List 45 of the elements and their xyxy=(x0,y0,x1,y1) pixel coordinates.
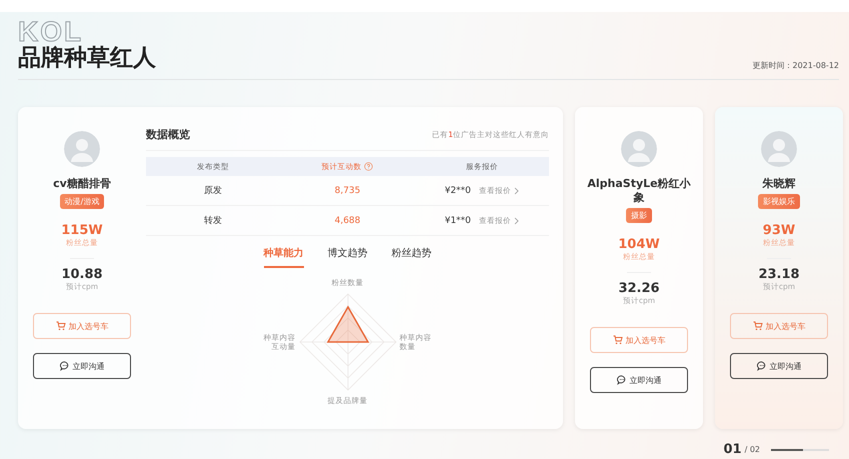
influencer-name: cv糖醋排骨 xyxy=(52,177,112,191)
category-tag: 摄影 xyxy=(626,208,652,223)
page-number: 01 xyxy=(723,442,742,457)
avatar xyxy=(621,131,657,167)
update-time: 更新时间：2021-08-12 xyxy=(752,60,839,71)
add-to-cart-button[interactable]: 加入选号车 xyxy=(590,327,688,353)
avatar xyxy=(64,131,100,167)
cpm-value: 32.26 xyxy=(618,281,660,296)
tab[interactable]: 种草能力 xyxy=(264,246,304,268)
chat-bubble-icon xyxy=(60,361,70,371)
tab[interactable]: 粉丝趋势 xyxy=(392,246,432,268)
cart-icon xyxy=(56,321,66,331)
cpm-value: 23.18 xyxy=(758,267,800,282)
add-to-cart-button[interactable]: 加入选号车 xyxy=(730,313,828,339)
price: ¥1**0 xyxy=(444,216,471,226)
fans-count: 115W xyxy=(61,223,103,238)
chevron-right-icon xyxy=(514,216,519,224)
cart-icon xyxy=(612,335,622,345)
table-cell-text: 原发 xyxy=(203,184,224,197)
category-tag: 动漫/游戏 xyxy=(60,194,104,209)
fans-count: 104W xyxy=(618,237,660,252)
section-title: 数据概览 xyxy=(146,127,190,142)
chat-bubble-icon xyxy=(756,361,766,371)
influencer-name: AlphaStyLe粉红小象 xyxy=(586,177,692,205)
table-cell-text: 4,688 xyxy=(334,216,362,226)
chat-button[interactable]: 立即沟通 xyxy=(33,353,131,379)
cpm-value: 10.88 xyxy=(61,267,103,282)
avatar xyxy=(761,131,797,167)
add-to-cart-button[interactable]: 加入选号车 xyxy=(33,313,131,339)
cart-icon xyxy=(752,321,762,331)
price: ¥2**0 xyxy=(444,186,471,196)
category-tag: 影视娱乐 xyxy=(758,194,800,209)
table-cell-text: 8,735 xyxy=(334,186,362,196)
chat-button[interactable]: 立即沟通 xyxy=(730,353,828,379)
page-title: 品牌种草红人 xyxy=(18,44,156,73)
table-cell-text: 转发 xyxy=(203,214,224,227)
help-icon[interactable] xyxy=(364,162,374,171)
fans-count: 93W xyxy=(762,223,796,238)
decorative-lettering: KOL xyxy=(18,16,84,47)
chevron-right-icon xyxy=(514,186,519,194)
chat-bubble-icon xyxy=(616,375,626,385)
chat-button[interactable]: 立即沟通 xyxy=(590,367,688,393)
influencer-name: 朱晓辉 xyxy=(761,177,796,191)
page-total: / 02 xyxy=(744,445,760,454)
tab[interactable]: 博文趋势 xyxy=(328,246,368,268)
